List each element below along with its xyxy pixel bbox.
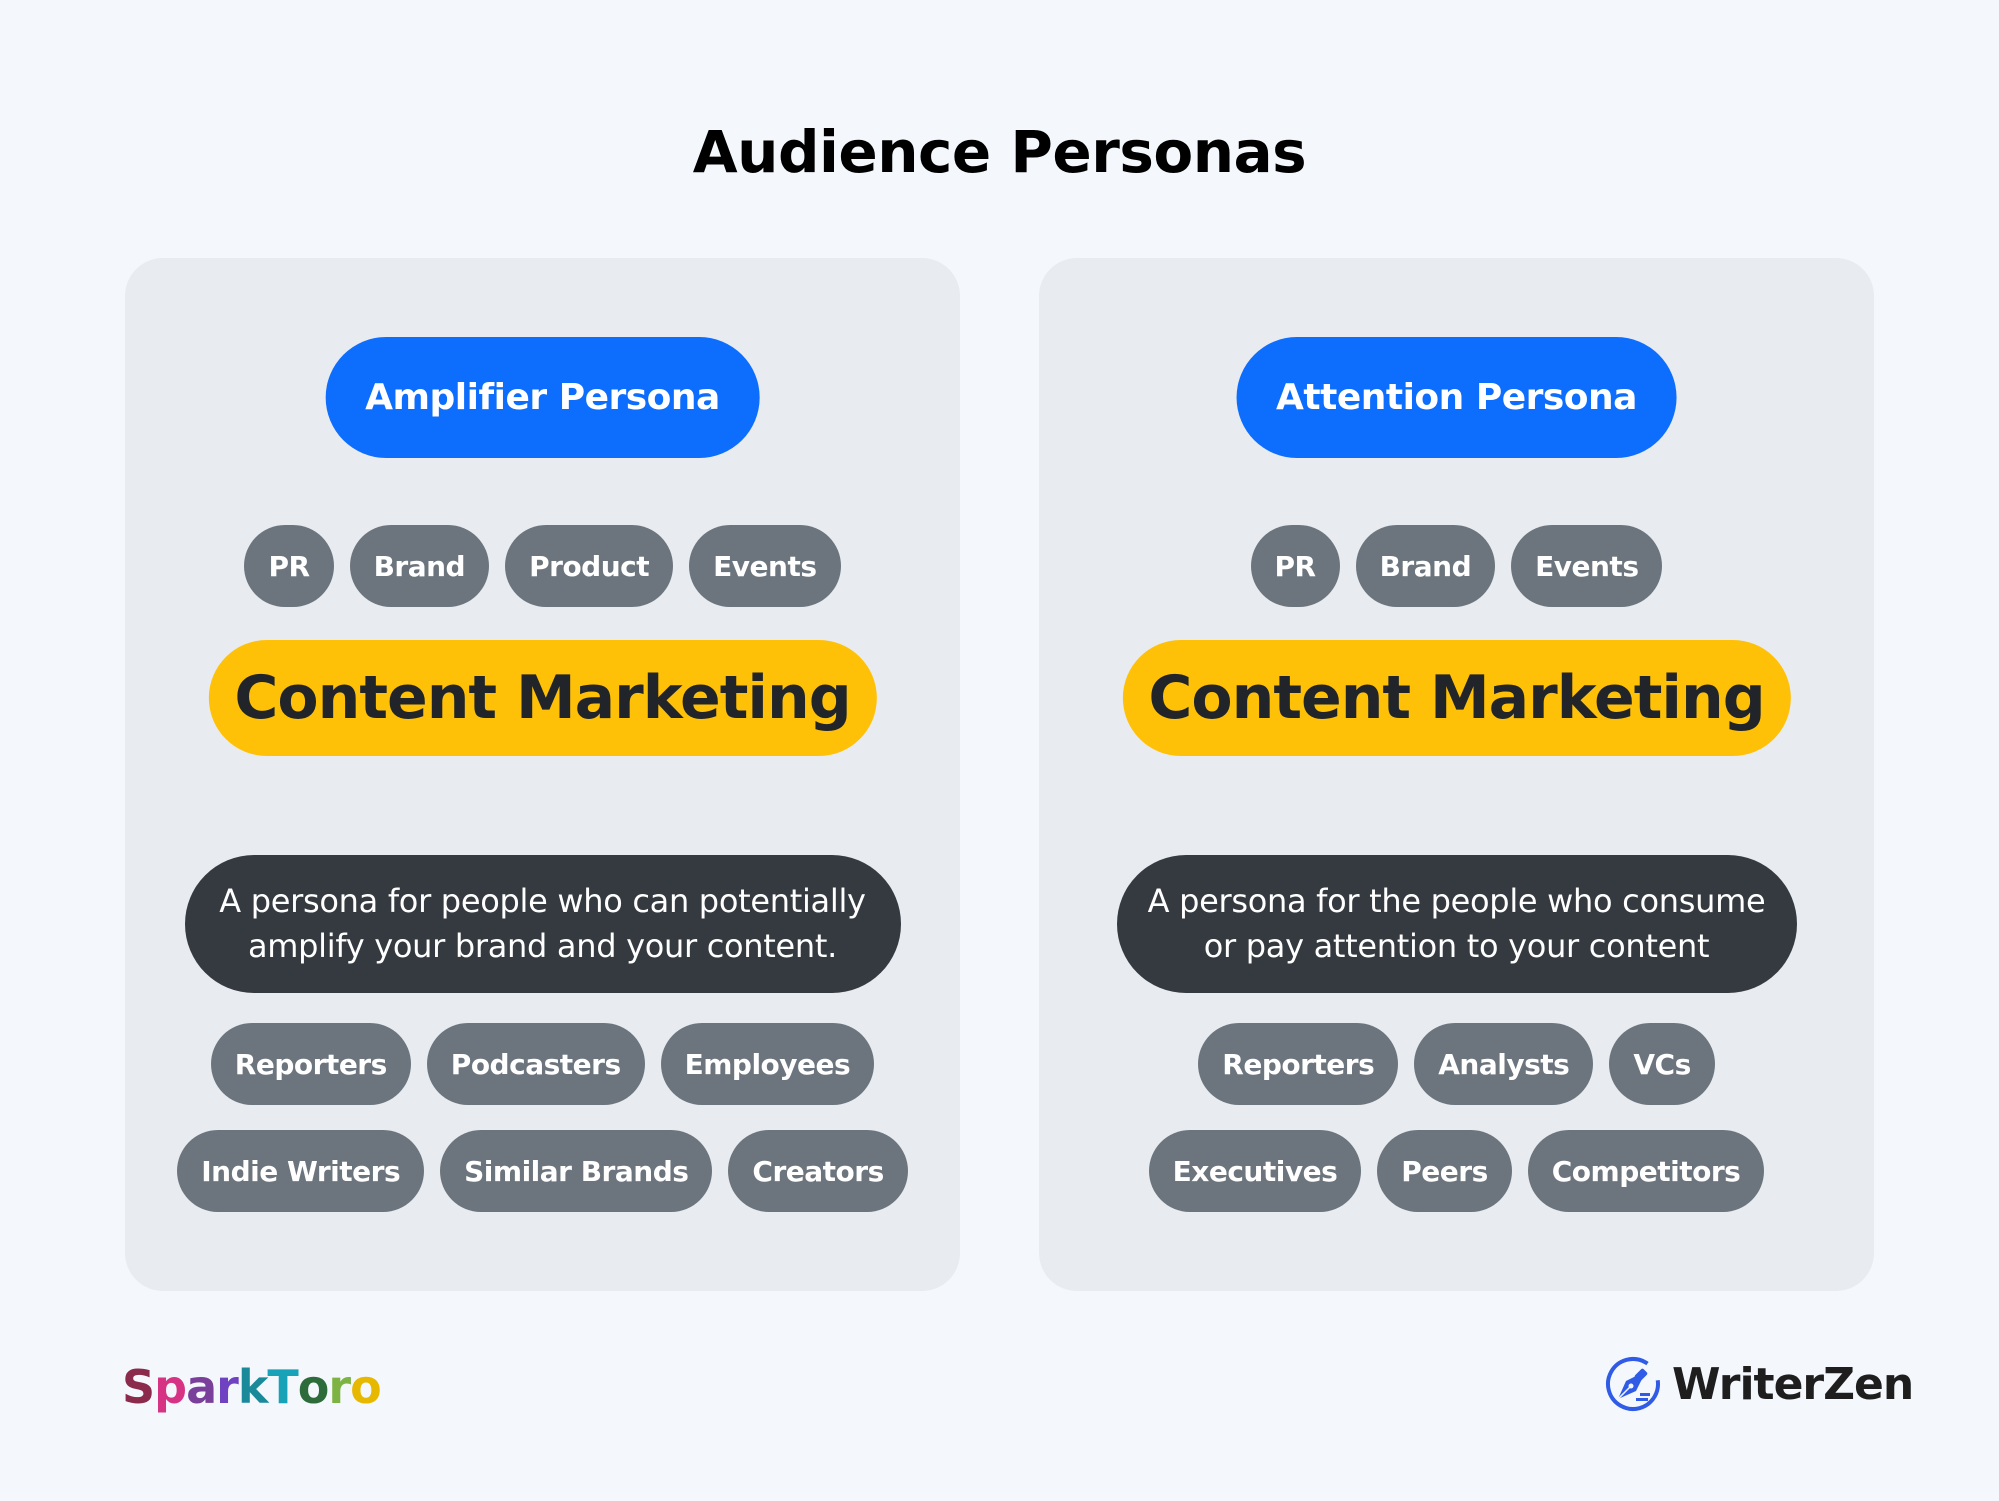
tag: Brand bbox=[1355, 525, 1496, 607]
logo-letter: o bbox=[350, 1360, 382, 1414]
top-tags: PR Brand Product Events bbox=[125, 525, 960, 607]
attention-persona-card: Attention Persona PR Brand Events Conten… bbox=[1039, 258, 1874, 1291]
tag: Employees bbox=[660, 1023, 875, 1105]
tag: Analysts bbox=[1414, 1023, 1594, 1105]
tag: PR bbox=[244, 525, 334, 607]
audience-tags-row: Reporters Analysts VCs bbox=[1039, 1023, 1874, 1105]
logo-letter: S bbox=[122, 1360, 155, 1414]
logo-letter: o bbox=[297, 1360, 330, 1414]
logo-letter: p bbox=[154, 1360, 187, 1414]
logo-letter: r bbox=[216, 1360, 239, 1414]
tag: Indie Writers bbox=[177, 1130, 425, 1212]
description-line: A persona for people who can potentially bbox=[219, 882, 866, 920]
tag: Competitors bbox=[1527, 1130, 1765, 1212]
description-line: A persona for the people who consume bbox=[1147, 882, 1766, 920]
logo-letter: a bbox=[186, 1360, 217, 1414]
amplifier-persona-card: Amplifier Persona PR Brand Product Event… bbox=[125, 258, 960, 1291]
writerzen-wordmark: WriterZen bbox=[1672, 1358, 1914, 1410]
tag: Executives bbox=[1148, 1130, 1362, 1212]
audience-tags-row: Executives Peers Competitors bbox=[1039, 1130, 1874, 1212]
persona-description: A persona for people who can potentially… bbox=[184, 855, 901, 993]
tag: Peers bbox=[1377, 1130, 1512, 1212]
top-tags: PR Brand Events bbox=[1039, 525, 1874, 607]
description-line: amplify your brand and your content. bbox=[247, 927, 838, 965]
persona-title: Amplifier Persona bbox=[325, 337, 760, 458]
page-title: Audience Personas bbox=[692, 118, 1307, 186]
sparktoro-logo: SparkToro bbox=[122, 1360, 382, 1414]
logo-letter: r bbox=[328, 1360, 351, 1414]
tag: Reporters bbox=[1198, 1023, 1399, 1105]
persona-description: A persona for the people who consume or … bbox=[1116, 855, 1797, 993]
tag: Similar Brands bbox=[440, 1130, 713, 1212]
content-marketing-badge: Content Marketing bbox=[208, 640, 877, 756]
writerzen-logo: WriterZen bbox=[1604, 1355, 1914, 1413]
audience-tags-row: Reporters Podcasters Employees bbox=[125, 1023, 960, 1105]
tag: Reporters bbox=[210, 1023, 411, 1105]
logo-letter: T bbox=[267, 1360, 298, 1414]
tag: Events bbox=[689, 525, 841, 607]
pen-nib-icon bbox=[1606, 1357, 1660, 1411]
tag: Podcasters bbox=[426, 1023, 645, 1105]
tag: Events bbox=[1511, 525, 1663, 607]
tag: Creators bbox=[728, 1130, 908, 1212]
content-marketing-badge: Content Marketing bbox=[1122, 640, 1791, 756]
persona-title: Attention Persona bbox=[1236, 337, 1677, 458]
audience-tags-row: Indie Writers Similar Brands Creators bbox=[125, 1130, 960, 1212]
tag: Brand bbox=[349, 525, 490, 607]
description-line: or pay attention to your content bbox=[1203, 927, 1710, 965]
tag: PR bbox=[1250, 525, 1340, 607]
tag: VCs bbox=[1609, 1023, 1715, 1105]
tag: Product bbox=[505, 525, 674, 607]
logo-letter: k bbox=[237, 1360, 269, 1414]
